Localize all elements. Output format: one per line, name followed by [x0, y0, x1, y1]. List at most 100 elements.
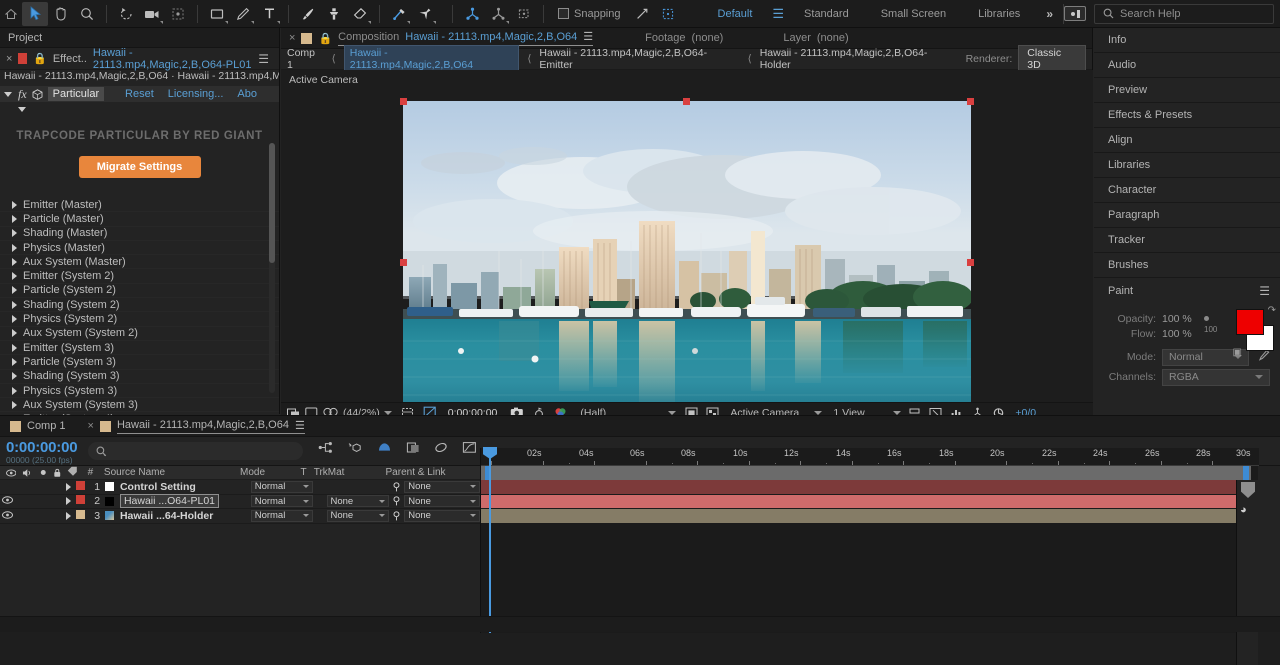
composition-viewer[interactable]: Active Camera (44/2%) 0:00:00:00 (Half) …: [281, 70, 1093, 427]
layer-expand-arrow[interactable]: [60, 482, 76, 491]
selection-handle-tc[interactable]: [683, 98, 690, 105]
panel-menu-icon[interactable]: ☰: [258, 52, 273, 66]
column-mode[interactable]: Mode: [240, 467, 300, 478]
snapping-toggle[interactable]: Snapping: [550, 8, 629, 20]
work-area-end-handle[interactable]: [1243, 466, 1249, 480]
hand-tool[interactable]: [48, 2, 74, 26]
layer-trkmat-select[interactable]: None: [326, 495, 389, 508]
panel-menu-icon[interactable]: ☰: [295, 419, 305, 432]
timeline-tab-comp1[interactable]: Comp 1: [27, 420, 66, 432]
panel-align[interactable]: Align: [1094, 128, 1280, 153]
breadcrumb-emitter[interactable]: Hawaii - 21113.mp4,Magic,2,B,O64-Emitter: [539, 47, 739, 71]
clone-stamp-tool[interactable]: [321, 2, 347, 26]
chevron-right-icon[interactable]: [12, 372, 17, 381]
workspace-menu-icon[interactable]: ☰: [768, 6, 788, 22]
layer-source-name[interactable]: Hawaii ...O64-PL01: [104, 494, 251, 509]
timeline-current-time[interactable]: 0:00:00:00: [6, 439, 78, 456]
pen-tool[interactable]: [230, 2, 256, 26]
layer-parent-select[interactable]: None: [404, 495, 481, 508]
chevron-right-icon[interactable]: [12, 200, 17, 209]
section-emitter-3[interactable]: Emitter (System 3): [0, 341, 279, 356]
breadcrumb-current[interactable]: Hawaii - 21113.mp4,Magic,2,B,O64: [343, 45, 520, 73]
table-row[interactable]: 2 Hawaii ...O64-PL01 Normal None ⚲ None: [0, 494, 481, 509]
layer-source-name[interactable]: Hawaii ...64-Holder: [104, 510, 251, 522]
chevron-down-icon[interactable]: [18, 106, 26, 112]
layer-mode-select[interactable]: Normal: [250, 480, 313, 493]
tab-composition[interactable]: Composition Hawaii - 21113.mp4,Magic,2,B…: [338, 30, 594, 46]
panel-menu-icon[interactable]: ☰: [583, 30, 593, 43]
snap-bounds-icon[interactable]: [655, 2, 681, 26]
chevron-right-icon[interactable]: [12, 272, 17, 281]
panel-info[interactable]: Info: [1094, 28, 1280, 53]
roto-brush-tool[interactable]: [386, 2, 412, 26]
foreground-color-swatch[interactable]: [1236, 309, 1264, 335]
chevron-right-icon[interactable]: [12, 257, 17, 266]
section-physics-2[interactable]: Physics (System 2): [0, 312, 279, 327]
layer-bar-3[interactable]: [481, 509, 1251, 524]
panel-effects-presets[interactable]: Effects & Presets: [1094, 103, 1280, 128]
close-icon[interactable]: ×: [88, 420, 94, 432]
timeline-tab-hawaii[interactable]: Hawaii - 21113.mp4,Magic,2,B,O64 ☰: [116, 419, 305, 434]
layer-name-text[interactable]: Hawaii ...O64-PL01: [119, 494, 219, 509]
layer-label-color[interactable]: [75, 480, 90, 493]
rotation-tool[interactable]: [113, 2, 139, 26]
opacity-slider[interactable]: [1204, 316, 1209, 321]
selection-handle-mr[interactable]: [967, 259, 974, 266]
layer-bar-1[interactable]: [481, 480, 1251, 495]
hide-shy-layers-icon[interactable]: [377, 441, 392, 457]
timeline-graph-area[interactable]: 0s 02s 04s 06s 08s 10s 12s 14s 16s 18s 2…: [480, 447, 1259, 665]
parent-pickwhip-icon[interactable]: ⚲: [389, 495, 405, 507]
column-t[interactable]: T: [300, 467, 313, 478]
section-physics-3[interactable]: Physics (System 3): [0, 384, 279, 399]
brush-tool[interactable]: [295, 2, 321, 26]
chevron-right-icon[interactable]: [12, 400, 17, 409]
breadcrumb-comp1[interactable]: Comp 1: [287, 47, 324, 71]
layer-visibility-toggle[interactable]: [0, 495, 16, 507]
chevron-right-icon[interactable]: [12, 229, 17, 238]
workspace-small-screen[interactable]: Small Screen: [865, 0, 962, 28]
parent-pickwhip-icon[interactable]: ⚲: [389, 510, 405, 522]
panel-menu-icon[interactable]: ☰: [1259, 284, 1270, 298]
section-emitter-2[interactable]: Emitter (System 2): [0, 269, 279, 284]
chevron-right-icon[interactable]: [65, 497, 71, 506]
selection-handle-tl[interactable]: [400, 98, 407, 105]
layer-source-name[interactable]: Control Setting: [104, 481, 251, 493]
layer-trkmat-select[interactable]: None: [326, 509, 389, 522]
layer-expand-arrow[interactable]: [60, 511, 76, 520]
layer-label-color[interactable]: [75, 495, 90, 507]
render-queue-icon[interactable]: ◕: [1240, 504, 1247, 516]
chevron-right-icon[interactable]: [12, 315, 17, 324]
panel-brushes[interactable]: Brushes: [1094, 253, 1280, 278]
chevron-right-icon[interactable]: [12, 343, 17, 352]
default-colors-icon[interactable]: ▣: [1233, 347, 1242, 358]
chevron-right-icon[interactable]: [65, 511, 71, 520]
section-emitter-master[interactable]: Emitter (Master): [0, 198, 279, 213]
layer-label-color[interactable]: [75, 509, 90, 522]
chevron-right-icon[interactable]: [12, 386, 17, 395]
timeline-ruler[interactable]: 0s 02s 04s 06s 08s 10s 12s 14s 16s 18s 2…: [481, 448, 1259, 466]
panel-paint[interactable]: Paint ☰: [1094, 278, 1280, 303]
local-axis-icon[interactable]: [459, 2, 485, 26]
swap-colors-icon[interactable]: ↷: [1268, 305, 1276, 316]
section-aux-2[interactable]: Aux System (System 2): [0, 327, 279, 341]
draft-3d-icon[interactable]: [347, 441, 363, 457]
selection-handle-ml[interactable]: [400, 259, 407, 266]
renderer-value[interactable]: Classic 3D: [1018, 45, 1086, 73]
graph-editor-icon[interactable]: [462, 441, 477, 457]
keyboard-shortcuts-icon[interactable]: [1064, 6, 1086, 21]
table-row[interactable]: 3 Hawaii ...64-Holder Normal None ⚲ None: [0, 509, 481, 524]
effect-subgroup-toggle[interactable]: [0, 102, 279, 116]
effect-name[interactable]: Particular: [47, 87, 105, 101]
frame-blending-icon[interactable]: [406, 441, 420, 457]
licensing-link[interactable]: Licensing...: [168, 88, 224, 100]
eraser-tool[interactable]: [347, 2, 373, 26]
parent-pickwhip-icon[interactable]: ⚲: [389, 481, 405, 493]
layer-bar-2[interactable]: [481, 494, 1251, 509]
close-icon[interactable]: ×: [6, 53, 12, 65]
timeline-search-input[interactable]: [88, 442, 303, 460]
layer-mode-select[interactable]: Normal: [250, 509, 313, 522]
breadcrumb-holder[interactable]: Hawaii - 21113.mp4,Magic,2,B,O64-Holder: [760, 47, 958, 71]
column-trkmat[interactable]: TrkMat: [314, 467, 386, 478]
section-particle-master[interactable]: Particle (Master): [0, 212, 279, 227]
view-axis-icon[interactable]: [511, 2, 537, 26]
